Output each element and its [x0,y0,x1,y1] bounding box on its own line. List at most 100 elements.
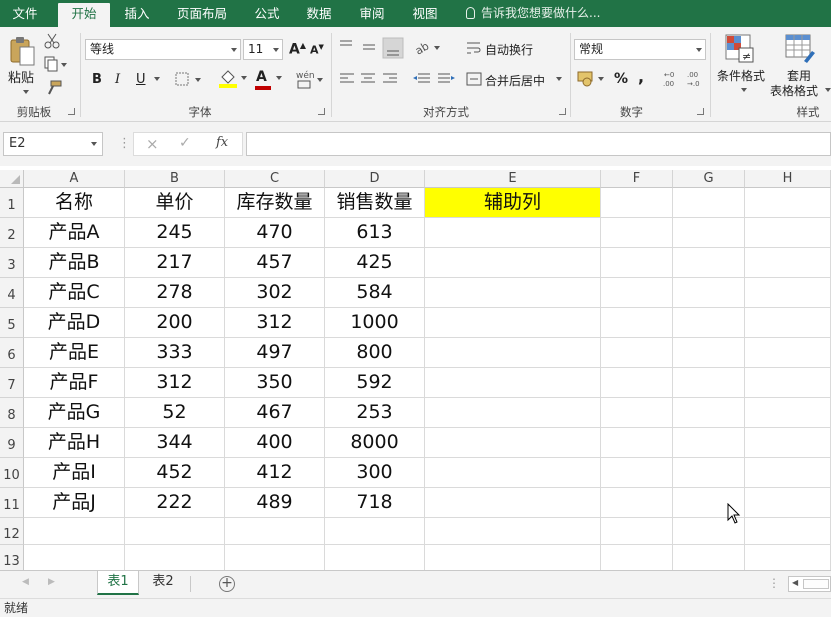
cell-g3[interactable] [673,248,745,278]
row-header-5[interactable]: 5 [0,308,24,338]
cell-b3[interactable]: 217 [125,248,225,278]
cell-g5[interactable] [673,308,745,338]
tab-data[interactable]: 数据 [298,0,340,27]
cell-b7[interactable]: 312 [125,368,225,398]
cell-a2[interactable]: 产品A [24,218,125,248]
cell-c1[interactable]: 库存数量 [225,188,325,218]
cell-e3[interactable] [425,248,601,278]
cell-f6[interactable] [601,338,673,368]
cell-f12[interactable] [601,518,673,545]
format-as-table-label-2[interactable]: 表格格式 [770,82,818,99]
cell-e2[interactable] [425,218,601,248]
vertical-align-icons[interactable] [337,37,407,59]
cell-c9[interactable]: 400 [225,428,325,458]
name-box[interactable]: E2 [3,132,103,156]
increase-font-button[interactable]: A▲ [289,41,306,58]
horizontal-scrollbar[interactable]: ◀ [788,576,831,592]
cell-d7[interactable]: 592 [325,368,425,398]
cell-e4[interactable] [425,278,601,308]
cell-a4[interactable]: 产品C [24,278,125,308]
cell-g9[interactable] [673,428,745,458]
cell-d8[interactable]: 253 [325,398,425,428]
cell-c7[interactable]: 350 [225,368,325,398]
tab-splitter-icon[interactable]: ⋮ [768,576,780,590]
cell-a7[interactable]: 产品F [24,368,125,398]
cell-h7[interactable] [745,368,831,398]
cell-f4[interactable] [601,278,673,308]
cell-d1[interactable]: 销售数量 [325,188,425,218]
merge-center-button[interactable]: 合并后居中 [485,72,545,89]
merge-dropdown[interactable] [553,72,562,86]
tab-home[interactable]: 开始 [58,3,110,27]
number-format-select[interactable]: 常规 [574,39,706,60]
cell-h2[interactable] [745,218,831,248]
underline-dropdown[interactable] [151,72,160,86]
conditional-dropdown[interactable] [738,83,747,97]
cell-c3[interactable]: 457 [225,248,325,278]
enter-icon[interactable]: ✓ [179,135,191,151]
cell-a12[interactable] [24,518,125,545]
cell-h5[interactable] [745,308,831,338]
cell-f13[interactable] [601,545,673,570]
row-header-3[interactable]: 3 [0,248,24,278]
cell-f9[interactable] [601,428,673,458]
cell-a5[interactable]: 产品D [24,308,125,338]
cell-g4[interactable] [673,278,745,308]
cell-g7[interactable] [673,368,745,398]
cell-e10[interactable] [425,458,601,488]
sheet-tab-1[interactable]: 表1 [97,571,139,595]
sheet-tab-2[interactable]: 表2 [142,571,184,595]
cell-f3[interactable] [601,248,673,278]
row-header-12[interactable]: 12 [0,518,24,545]
copy-icon[interactable] [44,56,68,72]
cell-e12[interactable] [425,518,601,545]
column-header-f[interactable]: F [601,170,673,188]
font-family-select[interactable]: 等线 [85,39,241,60]
cell-g1[interactable] [673,188,745,218]
column-header-g[interactable]: G [673,170,745,188]
cell-a8[interactable]: 产品G [24,398,125,428]
insert-function-icon[interactable]: fx [216,135,228,150]
merge-center-icon[interactable] [466,71,482,87]
cell-f10[interactable] [601,458,673,488]
font-color-button[interactable]: A [254,69,284,92]
alignment-launcher-icon[interactable] [559,108,566,115]
accounting-format-icon[interactable] [577,70,607,88]
row-header-9[interactable]: 9 [0,428,24,458]
cell-d9[interactable]: 8000 [325,428,425,458]
cell-h11[interactable] [745,488,831,518]
column-header-d[interactable]: D [325,170,425,188]
row-header-8[interactable]: 8 [0,398,24,428]
cell-b8[interactable]: 52 [125,398,225,428]
row-header-10[interactable]: 10 [0,458,24,488]
cell-g13[interactable] [673,545,745,570]
format-as-table-icon[interactable] [784,33,816,65]
scroll-left-arrow-icon[interactable]: ◀ [792,578,798,587]
cell-e9[interactable] [425,428,601,458]
column-header-h[interactable]: H [745,170,831,188]
add-sheet-button[interactable]: + [219,576,235,592]
paste-label[interactable]: 粘贴 [8,67,34,86]
row-header-11[interactable]: 11 [0,488,24,518]
comma-button[interactable]: , [638,67,644,86]
cell-h12[interactable] [745,518,831,545]
cell-a1[interactable]: 名称 [24,188,125,218]
tab-file[interactable]: 文件 [0,0,50,27]
font-size-select[interactable]: 11 [243,39,283,60]
wrap-text-icon[interactable] [466,40,482,56]
cell-b2[interactable]: 245 [125,218,225,248]
cell-b9[interactable]: 344 [125,428,225,458]
row-header-7[interactable]: 7 [0,368,24,398]
cell-a13[interactable] [24,545,125,570]
fill-color-icon[interactable] [218,69,248,91]
cell-b11[interactable]: 222 [125,488,225,518]
cell-a9[interactable]: 产品H [24,428,125,458]
cell-h1[interactable] [745,188,831,218]
cell-a3[interactable]: 产品B [24,248,125,278]
underline-button[interactable]: U [136,72,146,87]
cell-h6[interactable] [745,338,831,368]
cell-f2[interactable] [601,218,673,248]
font-launcher-icon[interactable] [318,108,325,115]
cell-c8[interactable]: 467 [225,398,325,428]
cell-e11[interactable] [425,488,601,518]
